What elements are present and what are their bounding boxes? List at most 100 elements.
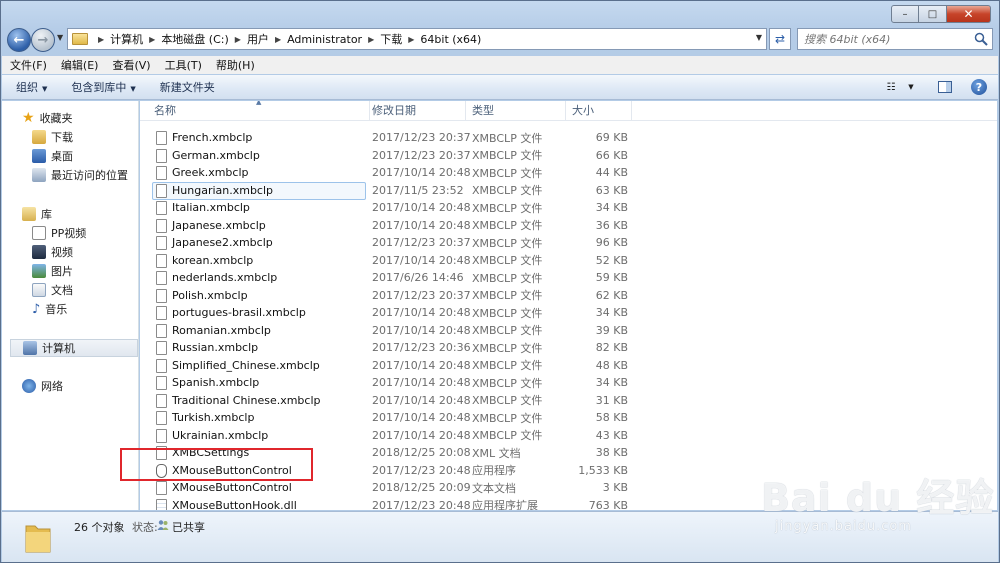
- breadcrumb-separator-icon[interactable]: ▶: [98, 35, 104, 44]
- breadcrumb-separator-icon[interactable]: ▶: [408, 35, 414, 44]
- file-row[interactable]: portugues-brasil.xmbclp 2017/10/14 20:48 X…: [150, 304, 630, 321]
- menu-tools[interactable]: 工具(T): [165, 57, 202, 73]
- nav-downloads[interactable]: 下载: [32, 128, 73, 146]
- breadcrumb-computer[interactable]: 计算机: [110, 31, 143, 47]
- close-button[interactable]: ✕: [947, 5, 991, 23]
- search-icon[interactable]: [974, 32, 988, 46]
- file-type: XMBCLP 文件: [472, 166, 543, 180]
- search-box[interactable]: [797, 28, 993, 50]
- file-name: Russian.xmbclp: [172, 341, 259, 354]
- breadcrumb-separator-icon[interactable]: ▶: [149, 35, 155, 44]
- file-row[interactable]: Romanian.xmbclp 2017/10/14 20:48 XMBCLP 文件…: [150, 322, 630, 339]
- breadcrumb-64bit[interactable]: 64bit (x64): [420, 33, 481, 46]
- view-options-icon[interactable]: ☷: [882, 78, 900, 96]
- nav-recent[interactable]: 最近访问的位置: [32, 166, 128, 184]
- nav-favorites-label: 收藏夹: [39, 112, 73, 125]
- file-date: 2017/12/23 20:48: [372, 463, 471, 477]
- file-row[interactable]: Japanese.xmbclp 2017/10/14 20:48 XMBCLP 文件…: [150, 217, 630, 234]
- file-row[interactable]: Russian.xmbclp 2017/12/23 20:36 XMBCLP 文件 8…: [150, 339, 630, 356]
- nav-music[interactable]: ♪ 音乐: [32, 300, 67, 318]
- recent-pages-dropdown-icon[interactable]: ▼: [57, 33, 63, 42]
- file-row[interactable]: Greek.xmbclp 2017/10/14 20:48 XMBCLP 文件 44 …: [150, 164, 630, 181]
- organize-button[interactable]: 组织 ▼: [16, 79, 47, 95]
- help-button[interactable]: ?: [970, 78, 988, 96]
- file-icon: [156, 411, 167, 425]
- view-dropdown-icon[interactable]: ▼: [902, 78, 920, 96]
- file-date: 2017/10/14 20:48: [372, 253, 471, 267]
- dll-file-icon: [156, 498, 167, 510]
- nav-music-label: 音乐: [45, 303, 68, 316]
- forward-arrow-icon: →: [37, 32, 49, 48]
- breadcrumb-separator-icon[interactable]: ▶: [368, 35, 374, 44]
- column-header-date[interactable]: 修改日期: [366, 101, 466, 121]
- breadcrumb-administrator[interactable]: Administrator: [287, 33, 362, 46]
- file-row[interactable]: Simplified_Chinese.xmbclp 2017/10/14 20:4…: [150, 357, 630, 374]
- file-row[interactable]: XMouseButtonControl 2018/12/25 20:09 文本文档 3…: [150, 479, 630, 496]
- file-date: 2017/12/23 20:37: [372, 131, 471, 144]
- file-date: 2017/10/14 20:48: [372, 323, 471, 337]
- file-row[interactable]: Hungarian.xmbclp 2017/11/5 23:52 XMBCLP 文件…: [150, 181, 630, 200]
- file-row[interactable]: Italian.xmbclp 2017/10/14 20:48 XMBCLP 文件 3…: [150, 199, 630, 216]
- navigation-row: ← → ▼ ▶ 计算机 ▶ 本地磁盘 (C:) ▶ 用户 ▶ Administr…: [7, 27, 993, 53]
- file-date: 2017/10/14 20:48: [372, 376, 471, 389]
- file-row[interactable]: Japanese2.xmbclp 2017/12/23 20:37 XMBCLP 文…: [150, 234, 630, 251]
- menu-edit[interactable]: 编辑(E): [61, 57, 99, 73]
- file-type: XMBCLP 文件: [472, 289, 543, 302]
- command-bar: 组织 ▼ 包含到库中 ▼ 新建文件夹 ☷ ▼ ?: [2, 75, 998, 100]
- file-row[interactable]: French.xmbclp 2017/12/23 20:37 XMBCLP 文件 69…: [150, 129, 630, 146]
- file-size: 52 KB: [595, 253, 628, 267]
- file-row[interactable]: Spanish.xmbclp 2017/10/14 20:48 XMBCLP 文件 3…: [150, 374, 630, 391]
- breadcrumb-separator-icon[interactable]: ▶: [275, 35, 281, 44]
- file-row[interactable]: Polish.xmbclp 2017/12/23 20:37 XMBCLP 文件 62…: [150, 287, 630, 304]
- file-name: Romanian.xmbclp: [172, 323, 271, 337]
- refresh-icon: ⇄: [774, 32, 786, 46]
- back-button[interactable]: ←: [7, 28, 31, 52]
- file-icon: [156, 481, 167, 495]
- nav-computer[interactable]: 计算机: [10, 339, 138, 357]
- file-row[interactable]: korean.xmbclp 2017/10/14 20:48 XMBCLP 文件 52…: [150, 252, 630, 269]
- file-name: Japanese.xmbclp: [172, 218, 266, 232]
- address-dropdown-icon[interactable]: ▼: [756, 33, 762, 42]
- file-row[interactable]: Traditional Chinese.xmbclp 2017/10/14 20:…: [150, 392, 630, 409]
- file-type: XMBCLP 文件: [472, 376, 543, 390]
- refresh-button[interactable]: ⇄: [769, 28, 791, 50]
- address-bar[interactable]: ▶ 计算机 ▶ 本地磁盘 (C:) ▶ 用户 ▶ Administrator ▶…: [67, 28, 767, 50]
- search-input[interactable]: [798, 29, 968, 49]
- nav-pictures[interactable]: 图片: [32, 262, 73, 280]
- nav-network[interactable]: 网络: [22, 377, 63, 395]
- file-row[interactable]: German.xmbclp 2017/12/23 20:37 XMBCLP 文件 66…: [150, 147, 630, 164]
- nav-desktop[interactable]: 桌面: [32, 147, 73, 165]
- shared-users-icon: [157, 520, 169, 530]
- file-row[interactable]: nederlands.xmbclp 2017/6/26 14:46 XMBCLP 文…: [150, 269, 630, 286]
- maximize-button[interactable]: □: [919, 5, 947, 23]
- file-name: Traditional Chinese.xmbclp: [172, 393, 321, 407]
- new-folder-button[interactable]: 新建文件夹: [160, 79, 215, 95]
- column-header-size[interactable]: 大小: [566, 101, 632, 121]
- file-row[interactable]: Ukrainian.xmbclp 2017/10/14 20:48 XMBCLP 文…: [150, 427, 630, 444]
- nav-documents[interactable]: 文档: [32, 281, 73, 299]
- menu-help[interactable]: 帮助(H): [216, 57, 255, 73]
- menu-file[interactable]: 文件(F): [10, 57, 47, 73]
- menu-view[interactable]: 查看(V): [112, 57, 150, 73]
- menu-bar: 文件(F) 编辑(E) 查看(V) 工具(T) 帮助(H): [2, 56, 998, 74]
- preview-pane-icon[interactable]: [936, 78, 954, 96]
- file-row[interactable]: Turkish.xmbclp 2017/10/14 20:48 XMBCLP 文件 5…: [150, 409, 630, 426]
- file-size: 43 KB: [595, 428, 628, 442]
- breadcrumb-separator-icon[interactable]: ▶: [235, 35, 241, 44]
- file-row[interactable]: XMouseButtonHook.dll 2017/12/23 20:48 应用程序…: [150, 497, 630, 510]
- nav-pp-video[interactable]: PP视频: [32, 224, 86, 242]
- nav-videos[interactable]: 视频: [32, 243, 73, 261]
- column-header-name[interactable]: 名称: [148, 101, 370, 121]
- column-header-type[interactable]: 类型: [466, 101, 566, 121]
- breadcrumb-users[interactable]: 用户: [247, 31, 269, 47]
- file-type: XMBCLP 文件: [472, 429, 543, 442]
- breadcrumb-local-disk[interactable]: 本地磁盘 (C:): [161, 31, 228, 47]
- nav-favorites[interactable]: ★ 收藏夹: [22, 109, 73, 127]
- file-icon: [156, 323, 167, 338]
- file-size: 3 KB: [602, 481, 628, 494]
- minimize-button[interactable]: –: [891, 5, 919, 23]
- forward-button[interactable]: →: [31, 28, 55, 52]
- include-in-library-button[interactable]: 包含到库中 ▼: [71, 79, 135, 95]
- breadcrumb-downloads[interactable]: 下载: [380, 31, 402, 47]
- nav-libraries[interactable]: 库: [22, 205, 52, 223]
